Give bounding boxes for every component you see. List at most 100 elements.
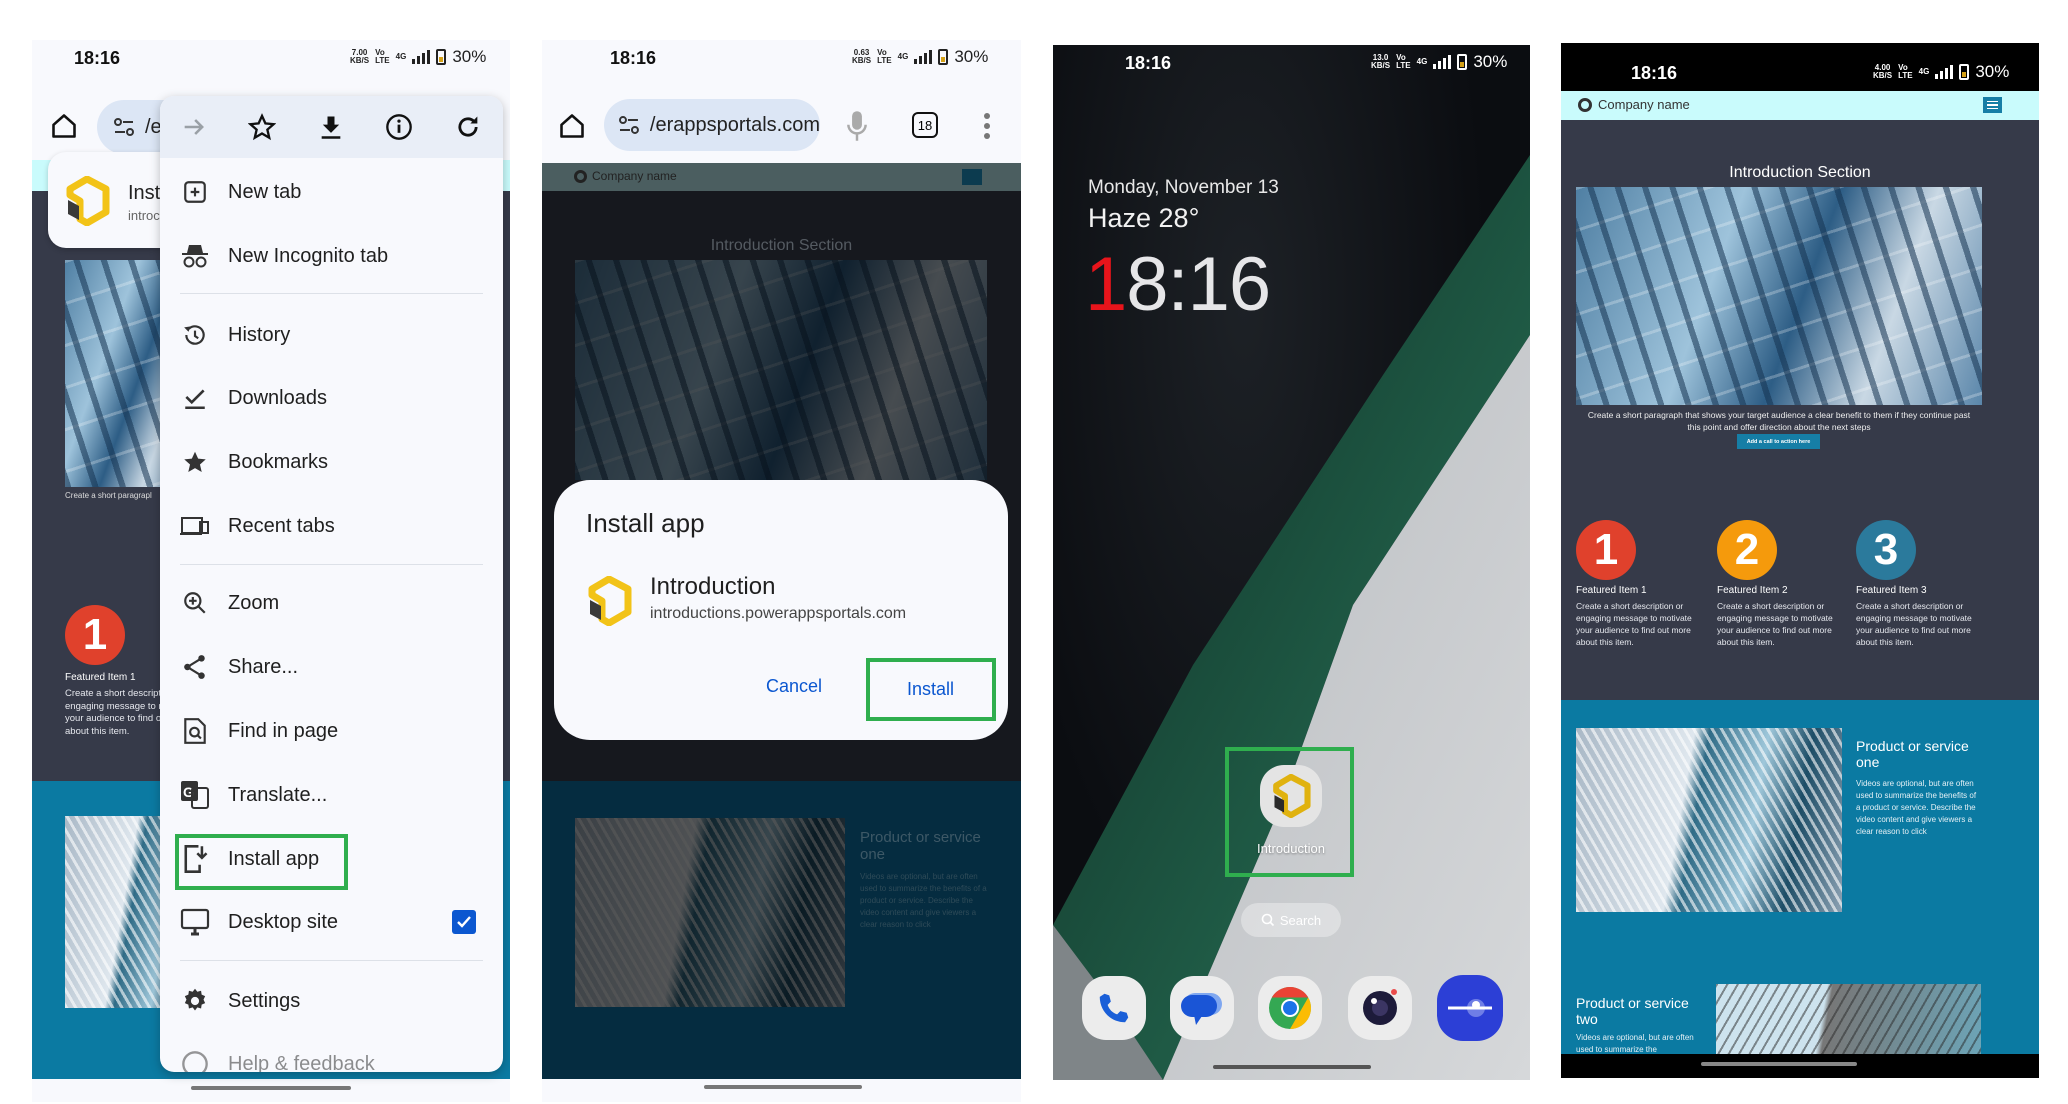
banner-title: Inst — [128, 182, 161, 204]
menu-item-zoom[interactable]: Zoom — [160, 575, 503, 631]
company-logo-icon — [1578, 98, 1592, 112]
phone-icon[interactable] — [1082, 976, 1146, 1040]
company-name[interactable]: Company name — [1598, 97, 1690, 112]
home-icon[interactable] — [558, 112, 586, 140]
app-icon-highlight — [1225, 747, 1354, 877]
incognito-icon — [180, 241, 210, 271]
new-tab-icon — [180, 177, 210, 207]
install-app-highlight — [175, 834, 348, 890]
chrome-icon[interactable] — [1258, 976, 1322, 1040]
desktop-site-checkbox[interactable] — [452, 910, 476, 934]
menu-item-incognito[interactable]: New Incognito tab — [160, 228, 503, 284]
menu-item-translate[interactable]: G Translate... — [160, 767, 503, 823]
cta-button[interactable]: Add a call to action here — [1737, 434, 1820, 449]
battery-icon — [1457, 54, 1468, 70]
share-icon — [180, 652, 210, 682]
url-bar[interactable]: /erappsportals.com — [604, 99, 820, 151]
feature-desc: Create a short description or engaging m… — [1576, 601, 1692, 647]
menu-item-help[interactable]: Help & feedback — [160, 1036, 503, 1072]
nav-gesture-bar[interactable] — [1213, 1065, 1371, 1069]
menu-item-bookmarks[interactable]: Bookmarks — [160, 434, 503, 490]
section-title: Introduction Section — [1729, 164, 1871, 181]
hamburger-menu-button[interactable] — [1983, 97, 2002, 113]
search-pill[interactable]: Search — [1241, 903, 1341, 937]
banner-subtitle: introc — [128, 208, 160, 223]
menu-item-find-in-page[interactable]: Find in page — [160, 703, 503, 759]
refresh-icon[interactable] — [454, 113, 482, 141]
company-logo-icon — [574, 170, 587, 183]
status-icons: 7.00 KB/S Vo LTE 4G 30% — [350, 47, 487, 66]
intro-paragraph: Create a short paragraph that shows your… — [1587, 410, 1971, 432]
status-icons: 0.63 KB/S Vo LTE 4G 30% — [852, 47, 989, 66]
settings-icon — [180, 986, 210, 1016]
nav-gesture-bar[interactable] — [704, 1085, 862, 1089]
hamburger-menu-icon[interactable] — [962, 169, 982, 185]
status-time: 18:16 — [610, 48, 657, 68]
site-settings-icon[interactable] — [113, 117, 135, 137]
messages-icon[interactable] — [1170, 976, 1234, 1040]
feature-item-1: 1 Featured Item 1 Create a short descrip… — [1576, 520, 1706, 648]
product-image — [575, 818, 845, 1007]
browser-icon[interactable] — [1437, 975, 1503, 1041]
status-time: 18:16 — [1125, 53, 1172, 73]
menu-item-downloads[interactable]: Downloads — [160, 370, 503, 426]
camera-icon[interactable] — [1348, 976, 1412, 1040]
feature-title: Featured Item 1 — [65, 672, 136, 683]
feature-badge: 1 — [1576, 520, 1636, 580]
status-icons: 13.0 KB/S Vo LTE 4G 30% — [1371, 52, 1508, 71]
battery-percent: 30% — [1473, 52, 1508, 71]
feature-item-3: 3 Featured Item 3 Create a short descrip… — [1856, 520, 1986, 648]
product-one-desc: Videos are optional, but are often used … — [1856, 779, 1977, 836]
weather-widget[interactable]: Haze 28° — [1088, 203, 1199, 234]
battery-percent: 30% — [954, 47, 989, 66]
product-two-image — [1716, 984, 1981, 1054]
microphone-icon[interactable] — [844, 110, 870, 142]
tab-switcher-button[interactable]: 18 — [912, 112, 938, 138]
battery-icon — [436, 49, 447, 65]
product-one-image — [1576, 728, 1842, 912]
clock-widget[interactable]: 18:16 — [1085, 241, 1271, 328]
desktop-icon — [180, 907, 210, 937]
feature-badge: 1 — [65, 605, 125, 665]
star-icon[interactable] — [248, 113, 276, 141]
signal-icon — [1935, 65, 1954, 79]
cancel-button[interactable]: Cancel — [766, 676, 822, 697]
nav-gesture-bar[interactable] — [1701, 1062, 1857, 1066]
intro-section: Introduction Section Create a short para… — [1561, 120, 2039, 700]
screen-installed-app: 18:16 4.00 KB/S Vo LTE 4G 30% Company name… — [1561, 43, 2039, 1078]
nav-gesture-bar[interactable] — [191, 1086, 351, 1090]
menu-item-new-tab[interactable]: New tab — [160, 164, 503, 220]
more-options-icon[interactable] — [982, 112, 992, 140]
product-one-title: Product or service one — [1856, 738, 1969, 770]
date-widget[interactable]: Monday, November 13 — [1088, 177, 1279, 199]
intro-caption: Create a short paragrapl — [65, 491, 152, 500]
downloads-icon — [180, 383, 210, 413]
home-icon[interactable] — [50, 112, 78, 140]
signal-icon — [1433, 55, 1452, 69]
page-teal-section: Product or service one Videos are option… — [542, 781, 1021, 1079]
overflow-menu: New tab New Incognito tab History Downlo… — [160, 96, 503, 1072]
battery-percent: 30% — [452, 47, 487, 66]
menu-item-history[interactable]: History — [160, 307, 503, 363]
menu-divider — [180, 960, 483, 961]
menu-item-recent-tabs[interactable]: Recent tabs — [160, 498, 503, 554]
search-icon — [1261, 913, 1274, 927]
menu-divider — [180, 293, 483, 294]
menu-item-share[interactable]: Share... — [160, 639, 503, 695]
menu-item-settings[interactable]: Settings — [160, 973, 503, 1029]
feature-desc: Create a short description or engaging m… — [1856, 601, 1972, 647]
download-icon[interactable] — [317, 113, 345, 141]
status-time: 18:16 — [1631, 63, 1678, 83]
product-two-desc: Videos are optional, but are often used … — [1576, 1033, 1694, 1054]
install-button-highlight — [866, 658, 996, 721]
url-text: /erappsportals.com — [649, 113, 820, 136]
site-settings-icon[interactable] — [618, 115, 640, 135]
info-icon[interactable] — [385, 113, 413, 141]
status-icons: 4.00 KB/S Vo LTE 4G 30% — [1873, 62, 2010, 81]
clock-digits: 8:16 — [1126, 242, 1271, 327]
history-icon — [180, 320, 210, 350]
feature-desc: Create a short descriptio engaging messag… — [65, 688, 169, 737]
forward-icon[interactable] — [180, 113, 208, 141]
feature-badge: 3 — [1856, 520, 1916, 580]
menu-item-desktop-site[interactable]: Desktop site — [160, 894, 503, 950]
